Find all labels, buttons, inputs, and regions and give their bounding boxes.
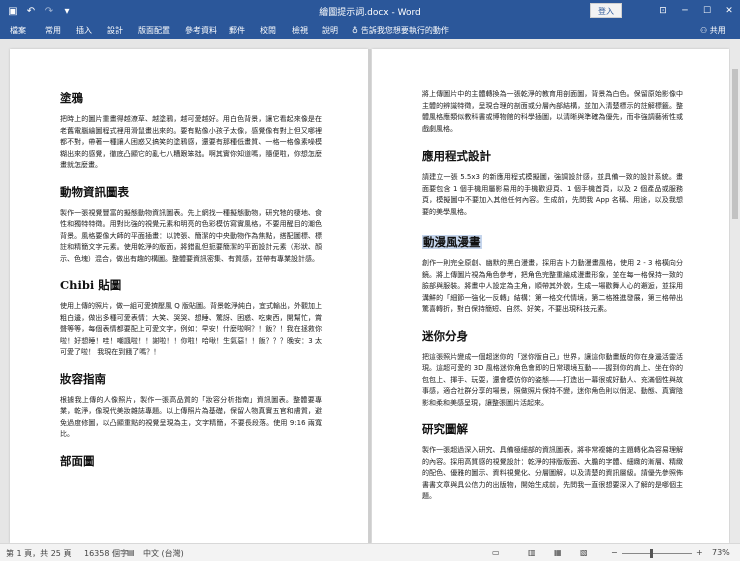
title-bar: ▣ ↶ ↷ ▾ 繪圖提示詞.docx - Word 登入 ⊡ ─ ☐ ✕ [0,0,740,22]
tab-view[interactable]: 檢視 [292,25,308,36]
customize-icon[interactable]: ▾ [58,0,76,22]
read-mode-icon[interactable]: ▥ [528,548,536,557]
close-icon[interactable]: ✕ [718,0,740,22]
tab-references[interactable]: 參考資料 [185,25,217,36]
tell-me-text: 告訴我您想要執行的動作 [360,26,449,35]
web-layout-icon[interactable]: ▧ [580,548,588,557]
tab-help[interactable]: 說明 [322,25,338,36]
window-controls: ⊡ ─ ☐ ✕ [652,0,740,22]
heading-makeup-guide: 妝容指南 [60,371,106,386]
paragraph-animal-infographic: 製作一張視覺豐富的擬態動物資訊圖表。先上網找一種擬態動物，研究牠的棲地、食性和獨… [60,208,322,263]
share-label: 共用 [709,26,726,35]
paragraph-research-diagram: 製作一張超過深入研究、具備極細部的資訊圖表，將非常複雜的主題轉化為容易理解的內容… [422,446,683,500]
heading-animal-infographic: 動物資訊圖表 [60,184,129,199]
page-separator [368,49,371,543]
paragraph-doodle: 把時上的圖片重畫得越潦草、越塗鴉，越可愛越好。用白色背景，讓它看起來像是在老舊電… [60,115,322,169]
page-right-content: 將上傳圖片中的主體轉換為一張乾淨的教育用剖面圖，背景為白色。保留原始影像中主體的… [422,89,683,516]
heading-research-diagram: 研究圖解 [422,422,468,436]
heading-chibi-stickers: Chibi 貼圖 [60,278,122,292]
tab-design[interactable]: 設計 [107,25,123,36]
zoom-slider-thumb[interactable] [650,549,653,558]
tab-review[interactable]: 校閱 [260,25,276,36]
heading-cross-section: 部面圖 [60,453,95,468]
share-button[interactable]: ⚇ 共用 [700,25,726,36]
paragraph-app-design: 請建立一張 5.5x3 的新應用程式模擬圖，強調設計感，並具備一致的設計系統。畫… [422,173,683,216]
tell-me-box[interactable]: ♁ 告訴我您想要執行的動作 [352,25,449,36]
tab-insert[interactable]: 插入 [76,25,92,36]
document-title: 繪圖提示詞.docx - Word [319,8,421,18]
paragraph-mini-me: 把這張照片變成一個超迷你的「迷你版自己」世界，讓這你動畫版的你在身邊活靈活現。這… [422,352,683,407]
tab-home[interactable]: 常用 [45,25,61,36]
page-left-content: 塗鴉 把時上的圖片重畫得越潦草、越塗鴉，越可愛越好。用白色背景，讓它看起來像是在… [60,91,322,477]
scrollbar-thumb[interactable] [732,69,738,219]
word-count[interactable]: 16358 個字 [84,548,128,559]
heading-mini-me: 迷你分身 [422,328,468,343]
document-area[interactable]: 塗鴉 把時上的圖片重畫得越潦草、越塗鴉，越可愛越好。用白色背景，讓它看起來像是在… [0,39,740,543]
focus-mode-icon[interactable]: ▭ [492,548,500,557]
person-icon: ⚇ [700,26,708,35]
page-right[interactable]: 將上傳圖片中的主體轉換為一張乾淨的教育用剖面圖，背景為白色。保留原始影像中主體的… [372,49,729,543]
page-left[interactable]: 塗鴉 把時上的圖片重畫得越潦草、越塗鴉，越可愛越好。用白色背景，讓它看起來像是在… [10,49,368,543]
heading-anime-comic: 動漫風漫畫 [422,235,482,249]
paragraph-makeup-guide: 根據我上傳的人像照片，製作一張高品質的「妝容分析指南」資訊圖表。整體要專業，乾淨… [60,395,322,439]
undo-icon[interactable]: ↶ [22,0,40,22]
proofing-icon[interactable]: ▤ [127,548,135,557]
save-icon[interactable]: ▣ [4,0,22,22]
zoom-out-icon[interactable]: − [611,548,618,557]
quick-access-toolbar: ▣ ↶ ↷ ▾ [0,0,76,22]
ribbon-display-icon[interactable]: ⊡ [652,0,674,22]
zoom-slider[interactable] [622,553,692,554]
maximize-icon[interactable]: ☐ [696,0,718,22]
language[interactable]: 中文 (台灣) [143,548,184,559]
tab-layout[interactable]: 版面配置 [138,25,170,36]
paragraph-cross-section: 將上傳圖片中的主體轉換為一張乾淨的教育用剖面圖，背景為白色。保留原始影像中主體的… [422,90,683,133]
print-layout-icon[interactable]: ▦ [554,548,562,557]
heading-doodle: 塗鴉 [60,91,83,105]
zoom-in-icon[interactable]: + [696,548,703,557]
ribbon-tabs: 檔案 常用 插入 設計 版面配置 參考資料 郵件 校閱 檢視 說明 ♁ 告訴我您… [0,22,740,39]
login-button[interactable]: 登入 [590,3,622,18]
status-bar: 第 1 頁，共 25 頁 16358 個字 ▤ 中文 (台灣) ▭ ▥ ▦ ▧ … [0,543,740,561]
minimize-icon[interactable]: ─ [674,0,696,22]
zoom-level[interactable]: 73% [712,548,730,557]
tab-mailings[interactable]: 郵件 [229,25,245,36]
vertical-scrollbar[interactable] [730,39,740,543]
redo-icon[interactable]: ↷ [40,0,58,22]
paragraph-chibi-stickers: 使用上傳的照片，做一組可愛擠壓風 Q 版貼圖。背景乾淨純白，宜式輸出，外觀加上粗… [60,302,322,356]
page-count[interactable]: 第 1 頁，共 25 頁 [6,548,71,559]
lightbulb-icon: ♁ [352,26,358,35]
tab-file[interactable]: 檔案 [10,25,26,36]
paragraph-anime-comic: 創作一則完全原創、幽默的黑白漫畫，採用吉卜力動漫畫風格，使用 2 - 3 格橫向… [422,259,683,313]
heading-app-design: 應用程式設計 [422,149,491,163]
